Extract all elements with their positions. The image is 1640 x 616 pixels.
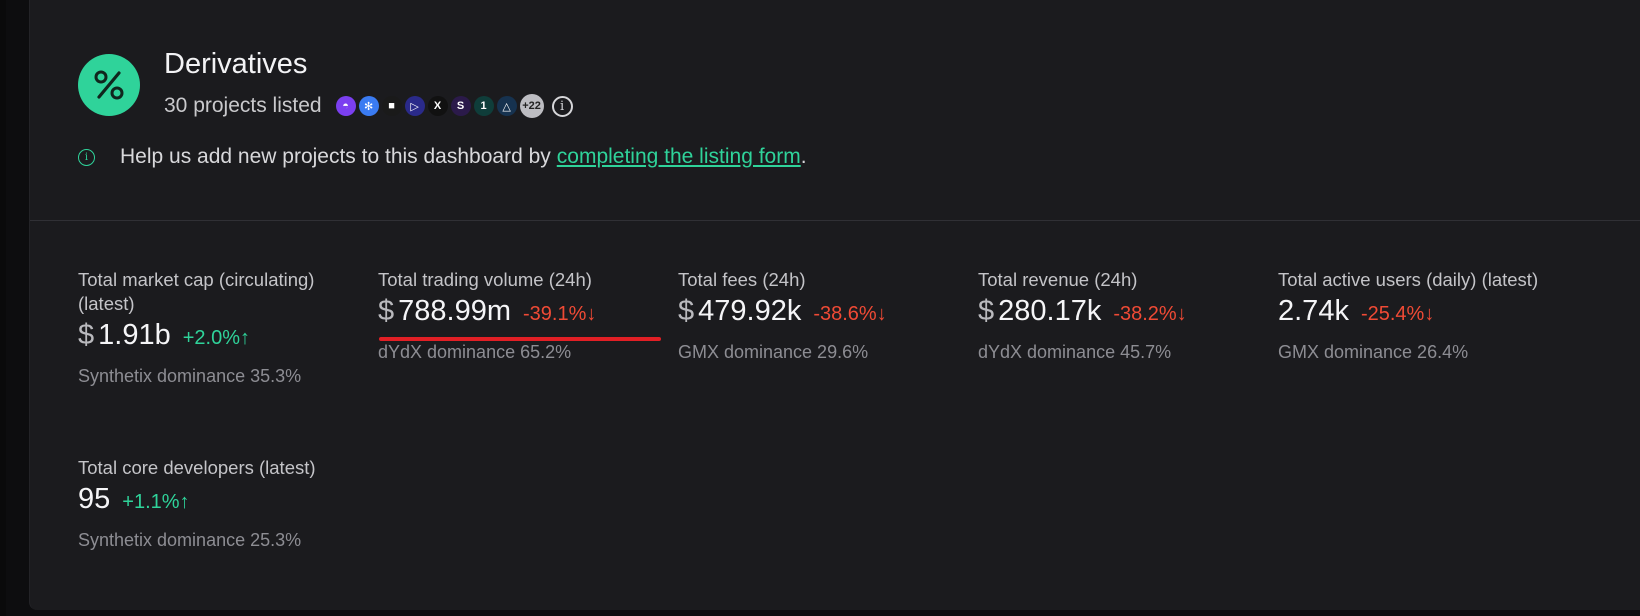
- dominance-text: Synthetix dominance 25.3%: [78, 530, 302, 550]
- metric-change: -25.4%↓: [1360, 303, 1435, 325]
- metric-card: Total revenue (24h) $280.17k -38.2%↓ dYdX d…: [978, 268, 1268, 363]
- metric-label: Total active users (daily) (latest): [1278, 269, 1539, 290]
- metric-card: Total market cap (circulating) (latest) $…: [78, 268, 368, 387]
- project-logos[interactable]: ◓ ✻ ■ ▷ X S 1 △: [335, 96, 520, 116]
- currency-symbol: $: [78, 319, 95, 351]
- metric-value: 2.74k: [1278, 295, 1349, 327]
- logo-7-icon[interactable]: 1: [473, 96, 494, 116]
- logo-1-icon[interactable]: ◓: [335, 96, 356, 116]
- metric-card: Total core developers (latest) 95 +1.1%↑ Sy…: [78, 456, 368, 551]
- dominance-text: Synthetix dominance 35.3%: [78, 366, 302, 386]
- projects-count: 30 projects listed: [164, 94, 322, 117]
- metric-change: +1.1%↑: [122, 491, 190, 513]
- currency-symbol: $: [978, 295, 995, 327]
- dominance-text: GMX dominance 29.6%: [678, 342, 869, 362]
- metric-label: Total trading volume (24h): [378, 269, 592, 290]
- logo-2-icon[interactable]: ✻: [358, 96, 379, 116]
- metric-label: Total revenue (24h): [978, 269, 1138, 290]
- annotation-underline: [379, 337, 661, 341]
- metric-value: 1.91b: [98, 319, 171, 351]
- metric-card: Total fees (24h) $479.92k -38.6%↓ GMX domin…: [678, 268, 968, 363]
- more-projects-badge[interactable]: +22: [519, 94, 544, 118]
- dominance-text: GMX dominance 26.4%: [1278, 342, 1469, 362]
- info-icon[interactable]: i: [551, 95, 573, 117]
- metric-change: -38.2%↓: [1113, 303, 1187, 325]
- help-banner: i Help us add new projects to this dashb…: [78, 143, 807, 171]
- logo-5-icon[interactable]: X: [427, 96, 448, 116]
- metric-label: Total fees (24h): [678, 269, 806, 290]
- listing-form-link[interactable]: completing the listing form: [557, 145, 801, 169]
- metric-change: -38.6%↓: [813, 303, 887, 325]
- metric-label: Total market cap (circulating) (latest): [78, 269, 315, 314]
- info-icon: i: [78, 148, 95, 166]
- dominance-text: dYdX dominance 45.7%: [978, 342, 1172, 362]
- metric-card: Total active users (daily) (latest) 2.74k…: [1278, 268, 1568, 363]
- metric-value: 95: [78, 483, 111, 515]
- dominance-text: dYdX dominance 65.2%: [378, 342, 572, 362]
- help-text: Help us add new projects to this dashboa…: [120, 145, 551, 168]
- metric-value: 280.17k: [998, 295, 1102, 327]
- metric-label: Total core developers (latest): [78, 457, 316, 478]
- page-title: Derivatives: [164, 48, 308, 80]
- metric-change: -39.1%↓: [523, 303, 597, 325]
- metric-change: +2.0%↑: [182, 327, 250, 349]
- percent-icon: [78, 54, 140, 116]
- logo-4-icon[interactable]: ▷: [404, 96, 425, 116]
- metric-card: Total trading volume (24h) $788.99m -39.1%…: [378, 268, 668, 363]
- currency-symbol: $: [678, 295, 695, 327]
- logo-3-icon[interactable]: ■: [381, 96, 402, 116]
- metric-value: 788.99m: [398, 295, 511, 327]
- logo-6-icon[interactable]: S: [450, 96, 471, 116]
- divider: [30, 220, 1640, 221]
- metric-value: 479.92k: [698, 295, 802, 327]
- window-edge: [0, 0, 6, 616]
- logo-8-icon[interactable]: △: [496, 96, 517, 116]
- help-period: .: [800, 145, 807, 168]
- subtitle-row: 30 projects listed ◓ ✻ ■ ▷ X S 1 △ +22 i: [164, 92, 573, 120]
- currency-symbol: $: [378, 295, 395, 327]
